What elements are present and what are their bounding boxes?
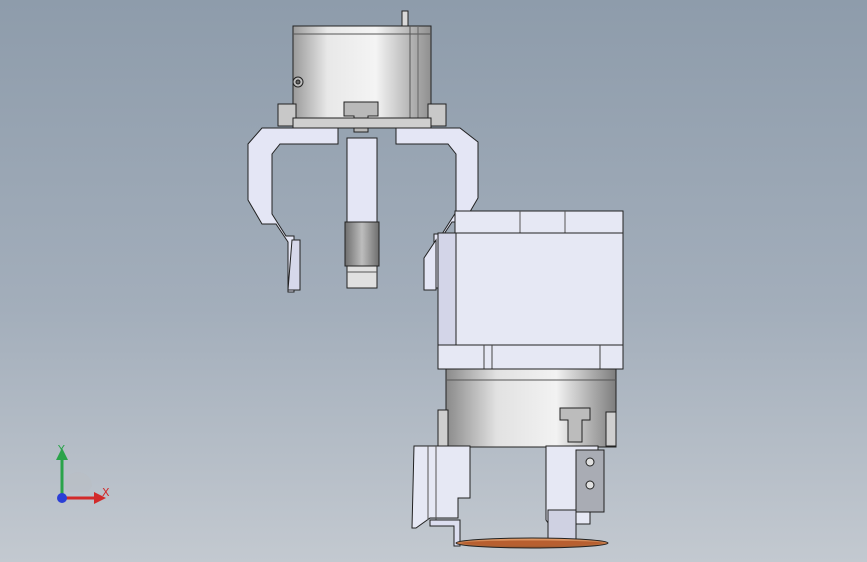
lower-gripper[interactable] <box>411 210 624 549</box>
y-axis-label: Y <box>57 443 65 456</box>
x-axis-label: X <box>102 486 110 499</box>
lower-left-jaw[interactable] <box>411 445 471 529</box>
coordinate-triad: Y X <box>56 443 110 504</box>
z-axis-dot <box>57 493 67 503</box>
upper-center-rod <box>346 137 378 223</box>
lower-ring-band <box>437 344 624 370</box>
model-scene[interactable] <box>0 0 867 562</box>
upper-pin <box>401 10 409 28</box>
upper-rod-sleeve <box>344 221 380 267</box>
graphics-viewport[interactable]: Y X <box>0 0 867 562</box>
lower-top-plate <box>454 210 624 234</box>
lower-main-block <box>437 232 624 346</box>
